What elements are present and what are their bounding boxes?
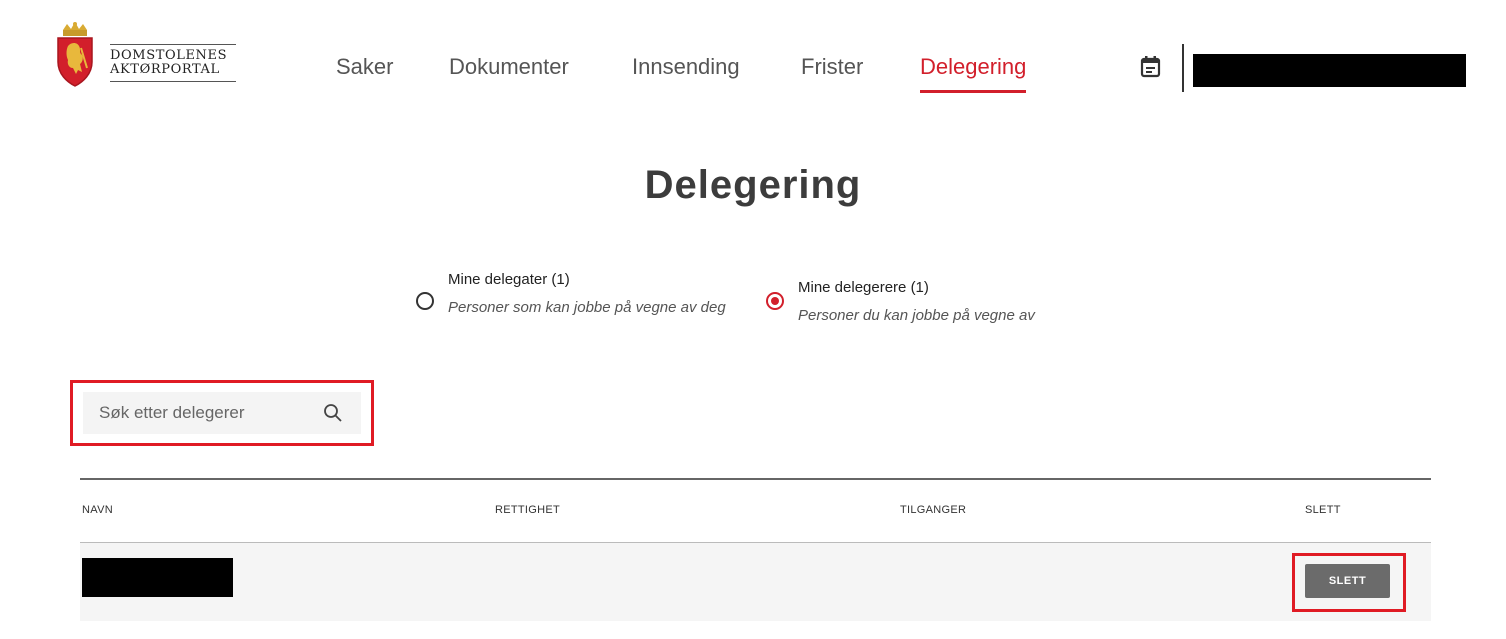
brand-line-2: AKTØRPORTAL: [110, 62, 220, 77]
coat-of-arms-logo-icon[interactable]: [54, 22, 96, 88]
user-menu-redacted[interactable]: [1193, 54, 1466, 87]
page-title: Delegering: [644, 163, 862, 207]
header-divider: [1182, 44, 1184, 92]
nav-saker[interactable]: Saker: [336, 54, 393, 80]
radio-unchecked-icon[interactable]: [416, 292, 434, 310]
radio-mine-delegater-title: Mine delegater (1): [448, 271, 570, 288]
column-header-navn[interactable]: NAVN: [82, 504, 113, 516]
nav-dokumenter[interactable]: Dokumenter: [449, 54, 569, 80]
calendar-icon[interactable]: [1140, 55, 1162, 79]
radio-mine-delegerere-description: Personer du kan jobbe på vegne av: [798, 307, 1035, 324]
nav-frister[interactable]: Frister: [801, 54, 863, 80]
search-field[interactable]: [83, 392, 361, 434]
radio-mine-delegater-description: Personer som kan jobbe på vegne av deg: [448, 299, 726, 316]
table-row: [80, 543, 1431, 621]
row-name-redacted: [82, 558, 233, 597]
nav-delegering[interactable]: Delegering: [920, 54, 1027, 93]
column-header-rettighet[interactable]: RETTIGHET: [495, 504, 560, 516]
search-input[interactable]: [83, 392, 329, 434]
radio-mine-delegerere-title: Mine delegerere (1): [798, 279, 929, 296]
brand-rule-bottom: [110, 81, 236, 82]
delete-button[interactable]: SLETT: [1305, 564, 1390, 598]
brand-wordmark[interactable]: DOMSTOLENES AKTØRPORTAL: [110, 44, 236, 82]
radio-checked-icon[interactable]: [766, 292, 784, 310]
search-icon[interactable]: [323, 403, 343, 423]
column-header-slett: SLETT: [1305, 504, 1341, 516]
column-header-tilganger[interactable]: TILGANGER: [900, 504, 966, 516]
nav-innsending[interactable]: Innsending: [632, 54, 740, 80]
table-top-rule: [80, 478, 1431, 480]
brand-rule-top: [110, 44, 236, 45]
brand-line-1: DOMSTOLENES: [110, 48, 228, 63]
